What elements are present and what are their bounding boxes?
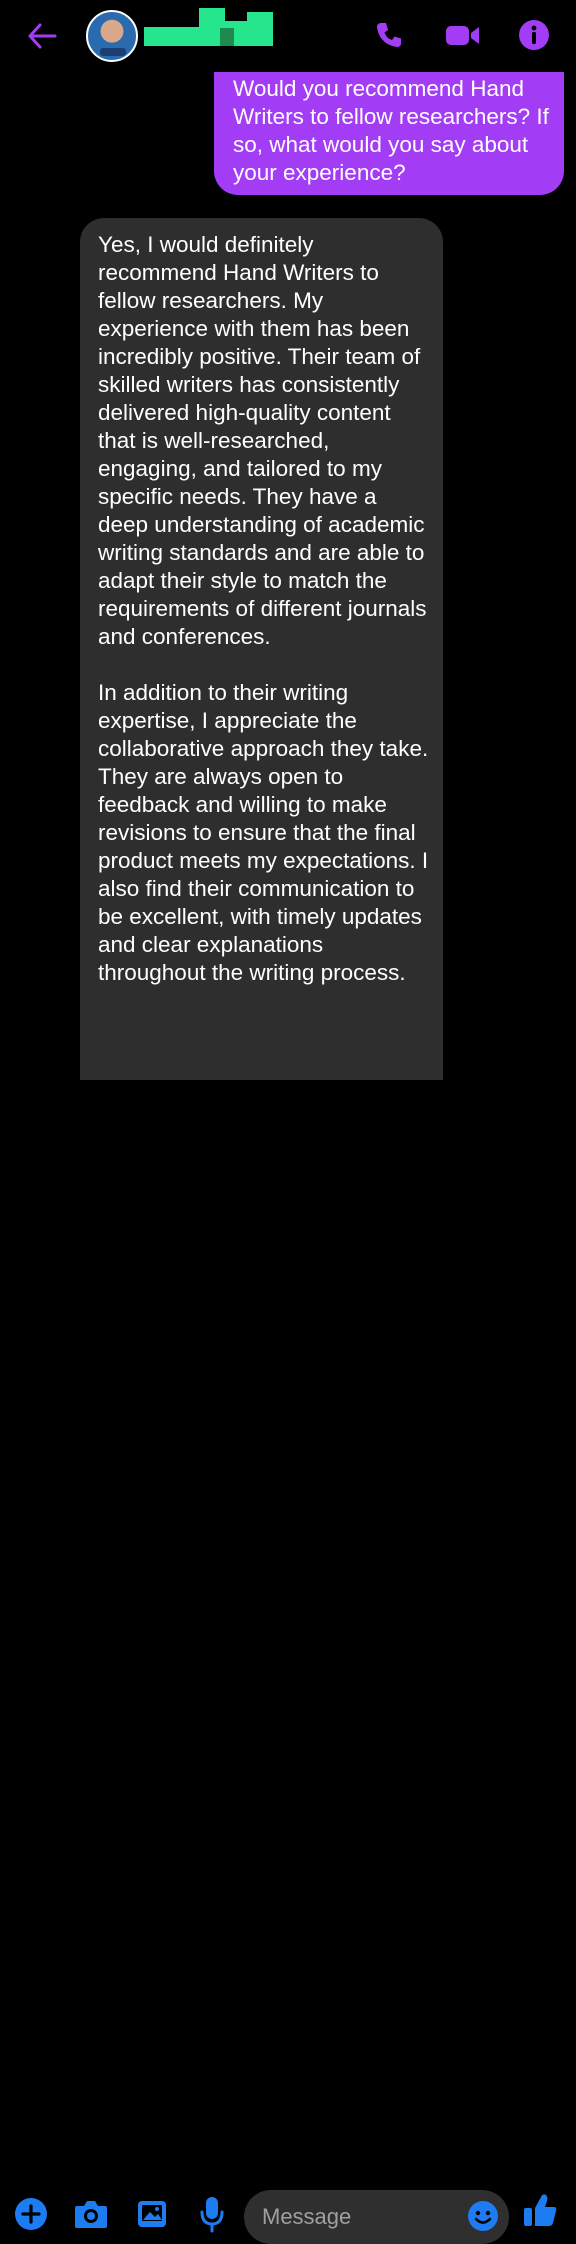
- incoming-message-bubble[interactable]: Yes, I would definitely recommend Hand W…: [80, 218, 443, 1080]
- gallery-icon[interactable]: [136, 2198, 168, 2230]
- arrow-left-icon[interactable]: [26, 22, 58, 50]
- emoji-icon[interactable]: [467, 2200, 499, 2232]
- message-placeholder: Message: [262, 2204, 352, 2229]
- conversation-header: [0, 0, 576, 72]
- outgoing-message-bubble[interactable]: Would you recommend Hand Writers to fell…: [214, 72, 564, 195]
- outgoing-message-text: Would you recommend Hand Writers to fell…: [233, 76, 549, 185]
- video-camera-icon[interactable]: [444, 18, 482, 52]
- avatar[interactable]: [86, 10, 138, 62]
- incoming-message-paragraph: In addition to their writing expertise, …: [98, 680, 429, 985]
- phone-icon[interactable]: [372, 18, 406, 52]
- incoming-message-paragraph: Yes, I would definitely recommend Hand W…: [98, 232, 427, 649]
- plus-icon[interactable]: [14, 2197, 48, 2231]
- microphone-icon[interactable]: [199, 2195, 225, 2233]
- thumbs-up-icon[interactable]: [522, 2192, 558, 2230]
- message-input[interactable]: Message: [244, 2190, 509, 2244]
- message-composer: Message: [0, 1090, 576, 2244]
- camera-icon[interactable]: [73, 2198, 109, 2230]
- info-icon[interactable]: [517, 18, 551, 52]
